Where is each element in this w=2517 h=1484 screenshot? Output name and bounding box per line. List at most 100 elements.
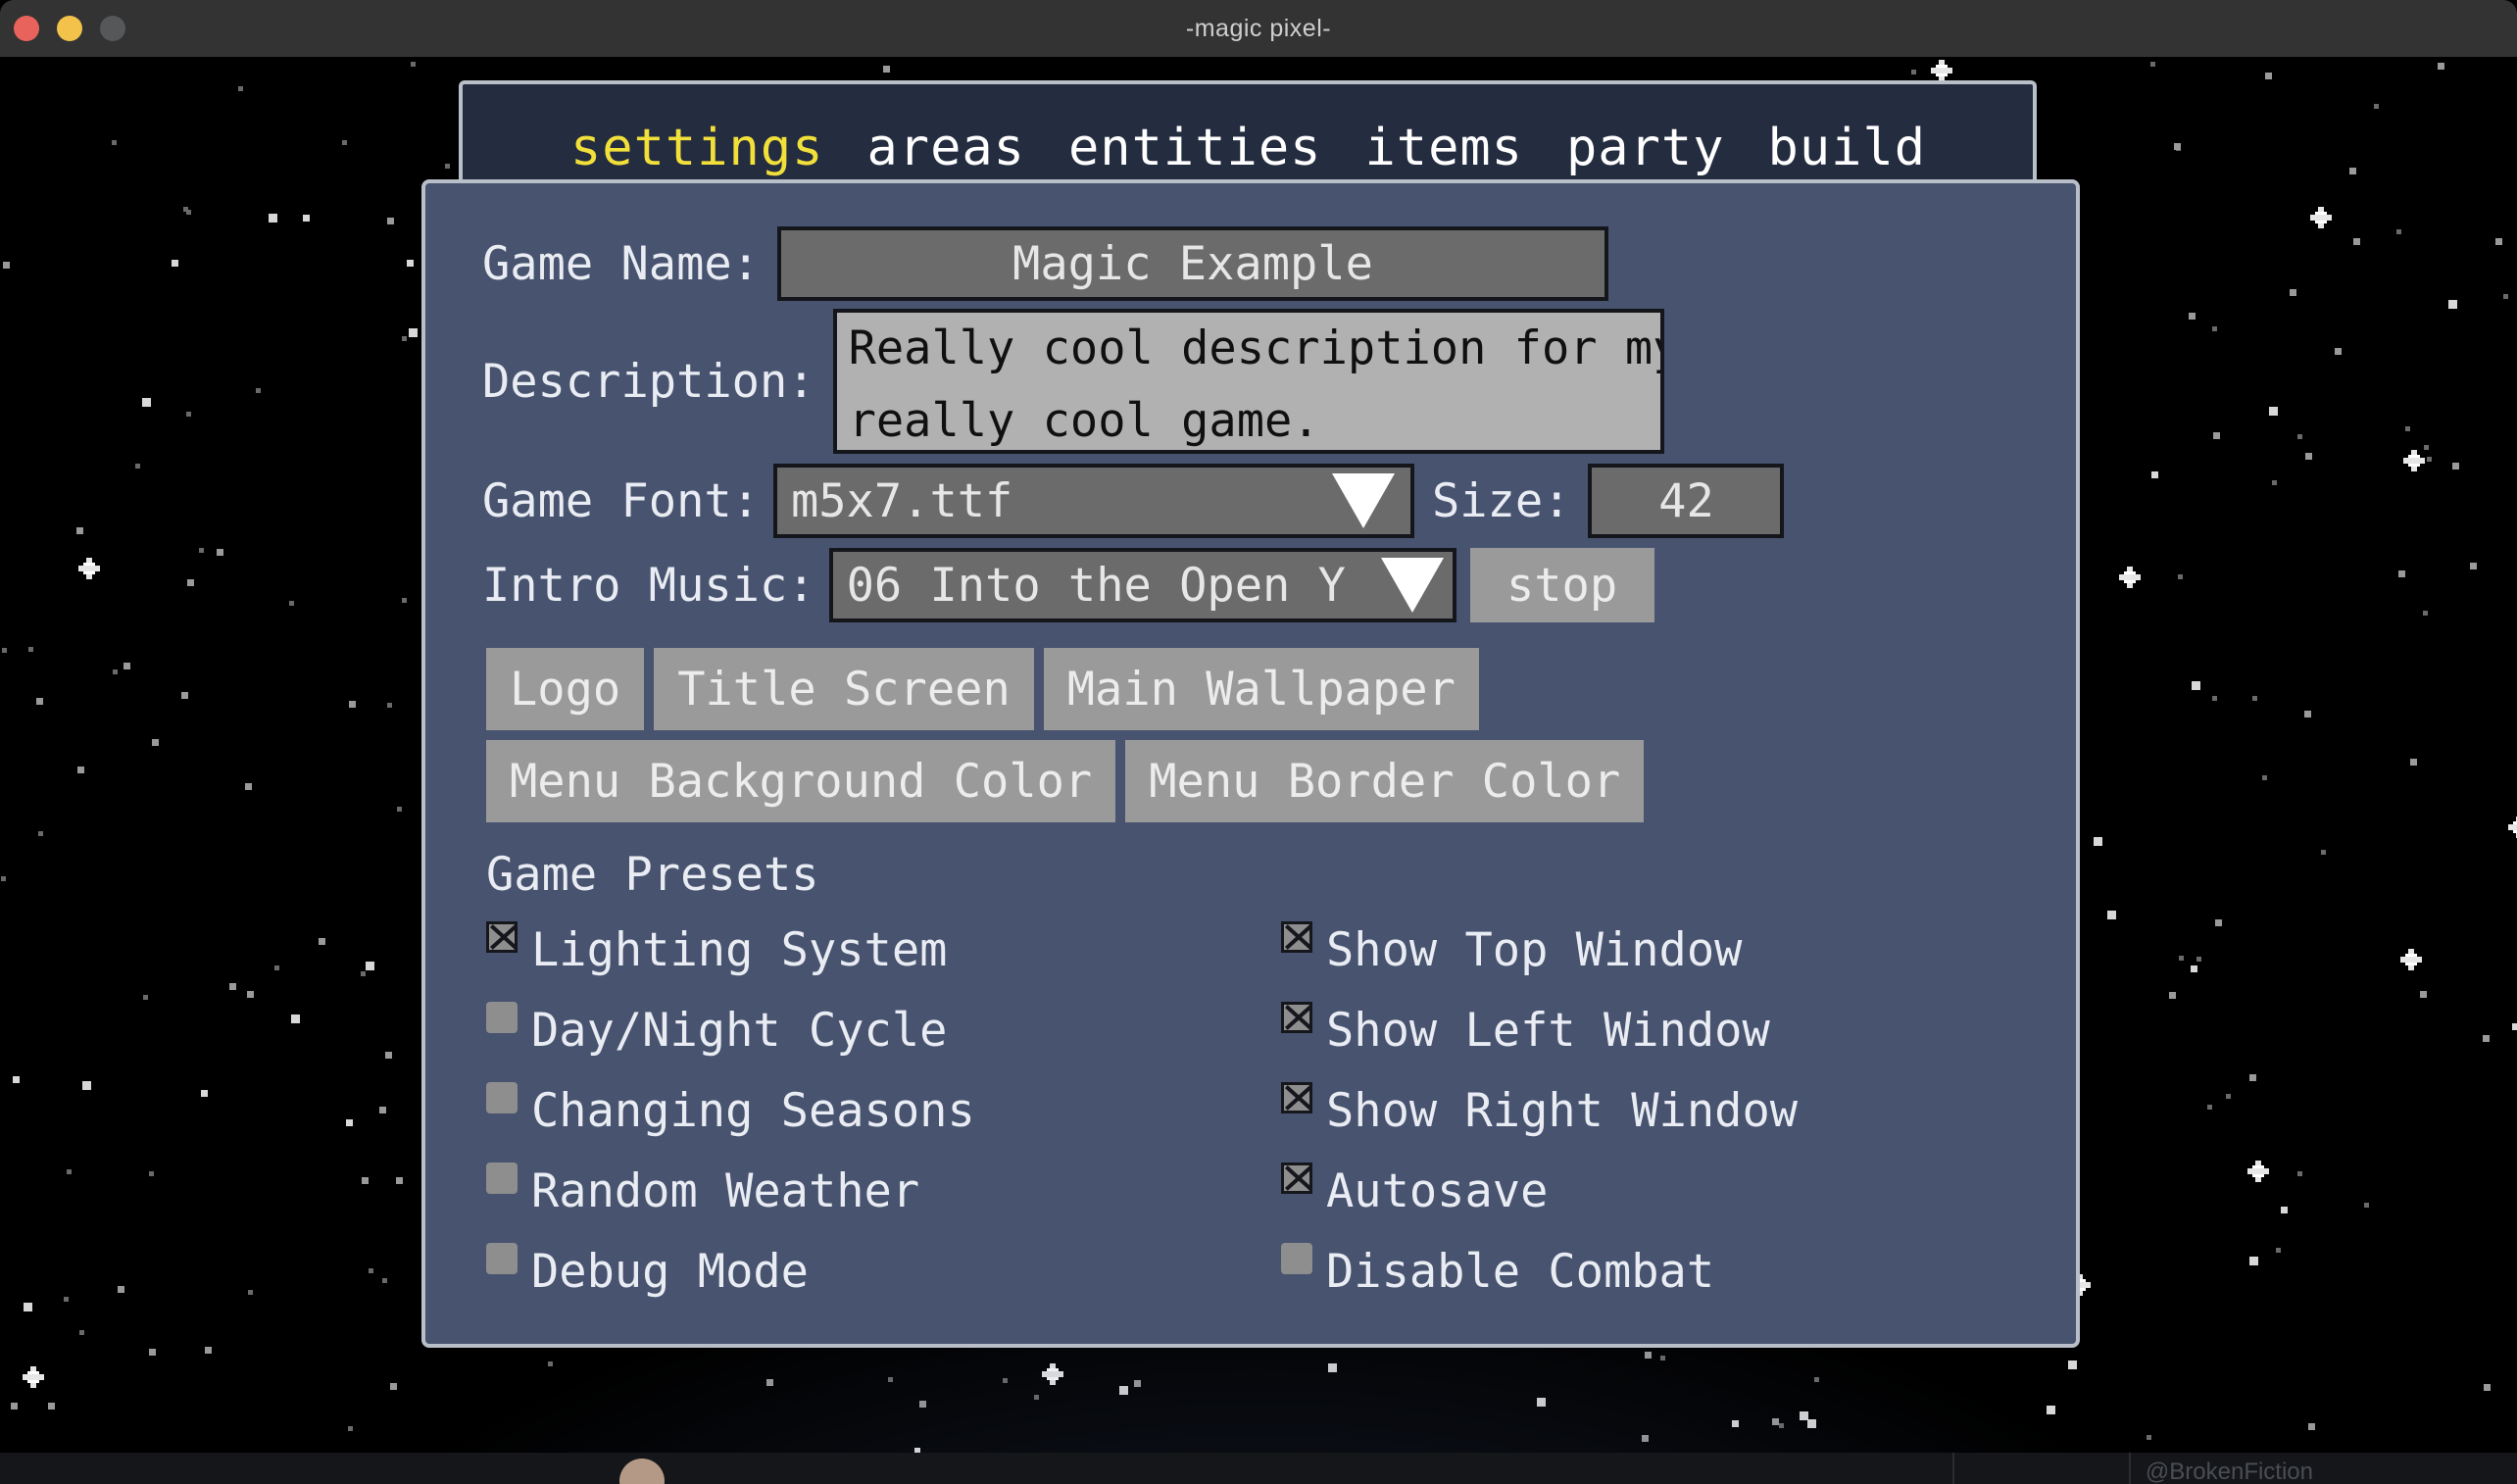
star [2249, 1074, 2256, 1081]
stop-music-button[interactable]: stop [1469, 548, 1654, 622]
description-textarea[interactable]: Really cool description for my really co… [832, 309, 1664, 454]
preset-label: Debug Mode [531, 1244, 809, 1299]
star [1800, 1411, 1808, 1420]
game-presets-heading: Game Presets [486, 848, 819, 902]
star [24, 1303, 32, 1311]
preset-debug-mode[interactable]: Debug Mode [486, 1231, 1281, 1311]
preset-lighting-system[interactable]: Lighting System [486, 910, 1281, 990]
intro-music-dropdown[interactable]: 06 Into the Open Y [828, 548, 1456, 622]
star [1779, 1423, 1784, 1428]
star [2207, 1105, 2212, 1110]
tab-build[interactable]: build [1747, 123, 1949, 173]
game-font-row: Game Font: m5x7.ttf Size: 42 [482, 464, 2076, 538]
menu-background-color-button[interactable]: Menu Background Color [486, 740, 1116, 822]
star [402, 598, 407, 603]
checkbox-icon[interactable] [1281, 1243, 1312, 1274]
star [382, 1278, 387, 1283]
star [118, 1286, 124, 1293]
checkbox-icon[interactable] [486, 1162, 518, 1194]
menu-border-color-button[interactable]: Menu Border Color [1125, 740, 1645, 822]
game-name-input[interactable]: Magic Example [776, 226, 1608, 301]
preset-show-left-window[interactable]: Show Left Window [1281, 990, 2076, 1070]
star [2484, 1384, 2491, 1391]
star [387, 218, 394, 224]
star [2213, 432, 2220, 439]
star [248, 1290, 253, 1295]
checkbox-icon[interactable] [1281, 1082, 1312, 1113]
star [77, 767, 84, 773]
star-sparkle [23, 1366, 44, 1388]
star [217, 549, 223, 556]
star [181, 692, 188, 699]
checkbox-icon[interactable] [486, 1243, 518, 1274]
star [1119, 1386, 1128, 1395]
star [2410, 759, 2417, 766]
star [245, 783, 252, 790]
preset-autosave[interactable]: Autosave [1281, 1151, 2076, 1231]
account-handle: @BrokenFiction [2145, 1459, 2313, 1484]
star [387, 703, 392, 708]
star [1134, 1380, 1141, 1387]
preset-label: Autosave [1326, 1163, 1549, 1218]
checkbox-icon[interactable] [486, 921, 518, 953]
star [2427, 457, 2432, 462]
minimize-window-button[interactable] [57, 16, 82, 41]
main-wallpaper-button[interactable]: Main Wallpaper [1043, 648, 1479, 730]
star [1328, 1363, 1337, 1372]
star [269, 214, 277, 223]
tab-entities[interactable]: entities [1047, 123, 1343, 173]
checkbox-icon[interactable] [486, 1002, 518, 1033]
zoom-window-button[interactable] [100, 16, 125, 41]
preset-disable-combat[interactable]: Disable Combat [1281, 1231, 2076, 1311]
preset-label: Changing Seasons [531, 1083, 975, 1138]
preset-random-weather[interactable]: Random Weather [486, 1151, 1281, 1231]
star-sparkle [2400, 949, 2422, 970]
star [1911, 70, 1916, 74]
game-font-dropdown[interactable]: m5x7.ttf [772, 464, 1414, 538]
star [2215, 919, 2222, 926]
star [2349, 168, 2356, 174]
star [2353, 238, 2360, 245]
star [1003, 1378, 1008, 1383]
star [2151, 471, 2158, 478]
star [349, 701, 356, 708]
star [291, 1014, 300, 1023]
star-sparkle [2508, 816, 2517, 838]
star [2364, 1203, 2369, 1208]
star-core [2408, 455, 2420, 467]
description-row: Description: Really cool description for… [482, 309, 2076, 454]
star [411, 62, 416, 67]
logo-button[interactable]: Logo [486, 648, 645, 730]
preset-label: Random Weather [531, 1163, 920, 1218]
preset-show-top-window[interactable]: Show Top Window [1281, 910, 2076, 990]
tab-areas[interactable]: areas [845, 123, 1047, 173]
tab-party[interactable]: party [1545, 123, 1747, 173]
star-sparkle [1931, 60, 1952, 81]
star [346, 1119, 353, 1126]
tab-items[interactable]: items [1343, 123, 1545, 173]
preset-show-right-window[interactable]: Show Right Window [1281, 1070, 2076, 1151]
intro-music-dropdown-arrow[interactable] [1371, 548, 1456, 622]
star [289, 601, 294, 606]
checkbox-icon[interactable] [486, 1082, 518, 1113]
preset-changing-seasons[interactable]: Changing Seasons [486, 1070, 1281, 1151]
star [186, 412, 191, 417]
star [201, 1090, 208, 1097]
title-screen-button[interactable]: Title Screen [654, 648, 1034, 730]
checkbox-icon[interactable] [1281, 1002, 1312, 1033]
close-window-button[interactable] [14, 16, 39, 41]
tab-settings[interactable]: settings [549, 123, 845, 173]
checkbox-icon[interactable] [1281, 921, 1312, 953]
font-size-input[interactable]: 42 [1588, 464, 1785, 538]
star [2212, 696, 2217, 701]
star [2321, 850, 2326, 855]
game-font-dropdown-arrow[interactable] [1315, 464, 1414, 538]
checkbox-icon[interactable] [1281, 1162, 1312, 1194]
star [36, 698, 43, 705]
star [199, 548, 204, 553]
star-sparkle [2403, 450, 2425, 471]
star [2196, 957, 2201, 962]
star [445, 164, 450, 169]
star [149, 1171, 154, 1176]
preset-day-night-cycle[interactable]: Day/Night Cycle [486, 990, 1281, 1070]
